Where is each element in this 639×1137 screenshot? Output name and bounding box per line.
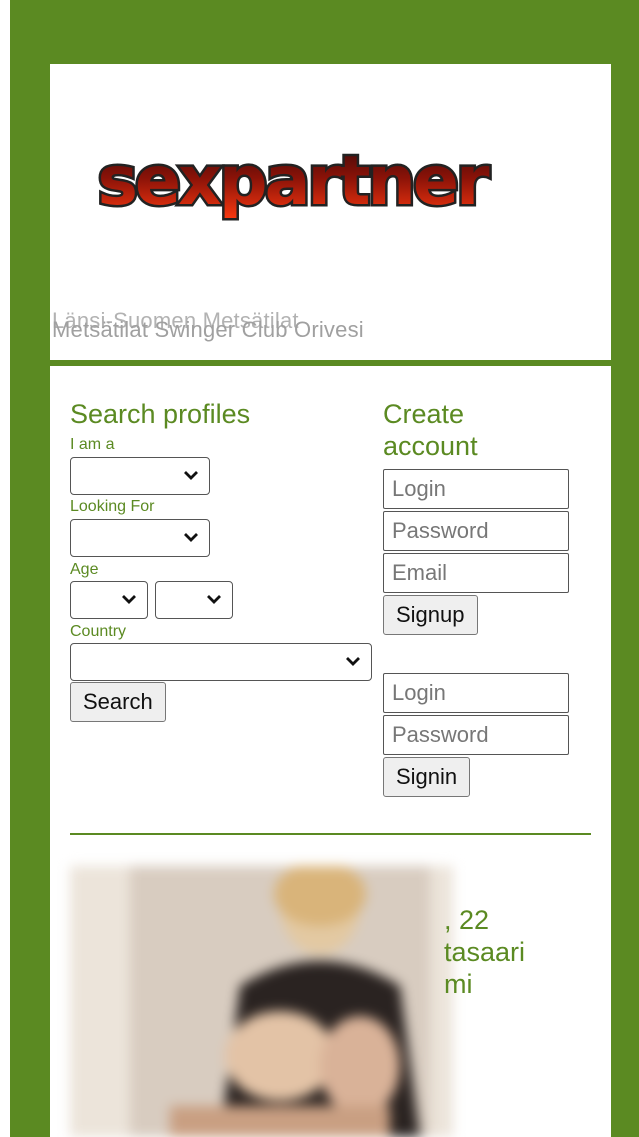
page: sexpartner Länsi-Suomen Metsätilat Metsä… xyxy=(0,0,639,1137)
section-divider xyxy=(70,833,591,835)
featured-profile-photo[interactable] xyxy=(70,866,453,1137)
left-edge xyxy=(0,0,10,1137)
signup-password-input[interactable] xyxy=(383,511,569,551)
looking-label: Looking For xyxy=(70,498,155,515)
chevron-down-icon xyxy=(207,595,221,604)
chevron-down-icon xyxy=(184,533,198,542)
signup-button[interactable]: Signup xyxy=(383,595,478,635)
looking-for-select[interactable] xyxy=(70,519,210,557)
signin-password-input[interactable] xyxy=(383,715,569,755)
age-label: Age xyxy=(70,561,99,578)
featured-profile-caption[interactable]: , 22 tasaari mi xyxy=(444,904,525,1000)
search-title: Search profiles xyxy=(70,399,251,429)
country-select[interactable] xyxy=(70,643,372,681)
signin-login-input[interactable] xyxy=(383,673,569,713)
chevron-down-icon xyxy=(122,595,136,604)
signin-button[interactable]: Signin xyxy=(383,757,471,797)
country-label: Country xyxy=(70,623,127,640)
signup-login-input[interactable] xyxy=(383,469,569,509)
blurred-photo-art xyxy=(70,866,453,1137)
age-min-select[interactable] xyxy=(70,581,148,619)
age-max-select[interactable] xyxy=(155,581,233,619)
search-button[interactable]: Search xyxy=(70,682,166,722)
create-account-title: Create account xyxy=(383,399,478,461)
logo-text: sexpartner xyxy=(97,142,490,221)
header-card: sexpartner Länsi-Suomen Metsätilat Metsä… xyxy=(50,64,611,360)
featured-line-age: , 22 xyxy=(444,905,490,935)
iam-select[interactable] xyxy=(70,457,210,495)
main-card: Search profiles I am a Looking For Age C… xyxy=(50,366,611,1137)
chevron-down-icon xyxy=(346,657,360,666)
featured-line-country: mi xyxy=(444,969,473,999)
chevron-down-icon xyxy=(184,471,198,480)
site-logo[interactable]: sexpartner xyxy=(54,140,534,226)
signup-email-input[interactable] xyxy=(383,553,569,593)
headline-club[interactable]: Metsätilat Swinger Club Orivesi xyxy=(52,317,364,343)
iam-label: I am a xyxy=(70,436,115,453)
featured-line-city: tasaari xyxy=(444,937,526,967)
